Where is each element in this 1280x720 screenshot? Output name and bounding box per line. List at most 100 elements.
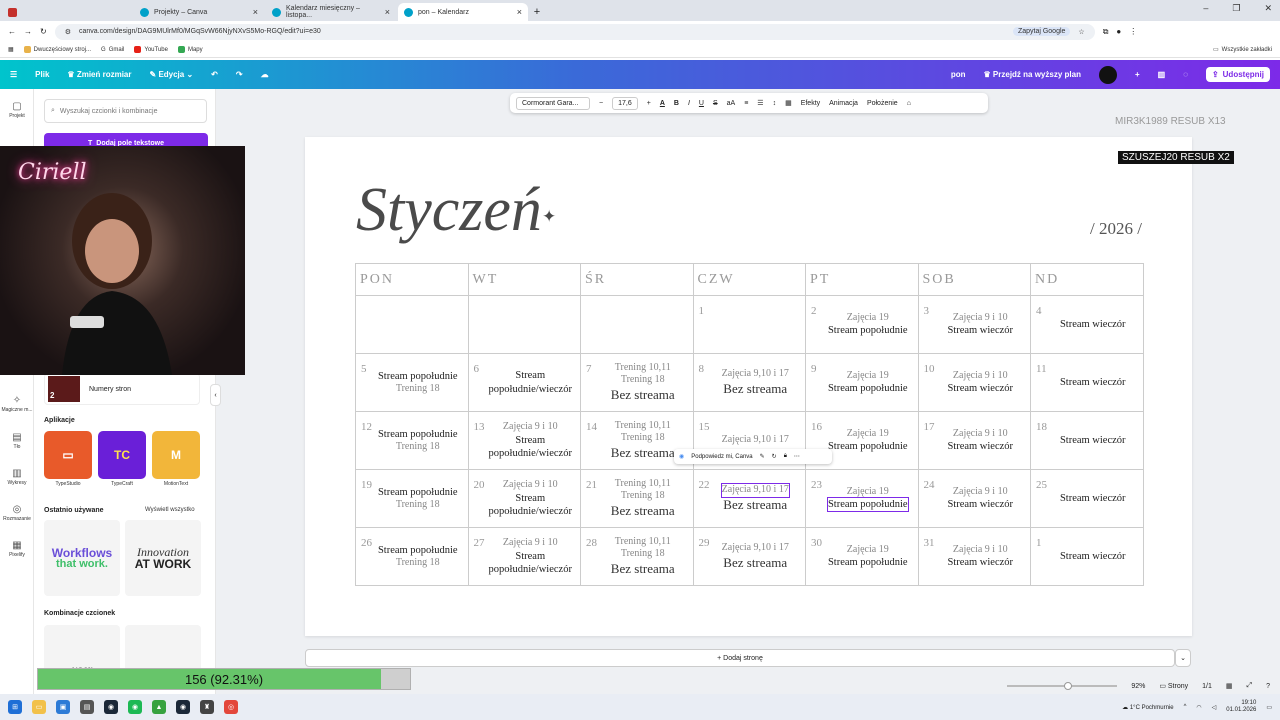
tray-chevron-icon[interactable]: ^ bbox=[1184, 704, 1187, 710]
font-size-input[interactable]: 17,6 bbox=[612, 96, 638, 110]
spotify-icon[interactable]: ◉ bbox=[128, 700, 142, 714]
cloud-saved-icon[interactable]: ☁ bbox=[261, 70, 269, 79]
no-stream-label[interactable]: Bez streama bbox=[723, 555, 787, 571]
add-collaborator-icon[interactable]: + bbox=[1135, 70, 1140, 79]
schedule-note[interactable]: Zajęcia 19 bbox=[847, 544, 889, 557]
grid-view-icon[interactable]: ▦ bbox=[1226, 682, 1233, 690]
schedule-note[interactable]: Trening 18 bbox=[621, 374, 665, 387]
redo-icon[interactable]: ↷ bbox=[236, 70, 243, 79]
schedule-note[interactable]: Trening 10,11 bbox=[615, 420, 671, 433]
collapse-panel-button[interactable]: ‹ bbox=[210, 384, 221, 406]
underline-icon[interactable]: U bbox=[699, 100, 704, 107]
schedule-note[interactable]: Trening 10,11 bbox=[615, 536, 671, 549]
calendar-day-cell[interactable]: 6 Stream popołudnie/wieczór bbox=[467, 353, 581, 412]
list-icon[interactable]: ☰ bbox=[757, 99, 763, 107]
hamburger-icon[interactable]: ☰ bbox=[10, 70, 17, 79]
text-color-icon[interactable]: A bbox=[660, 100, 665, 107]
schedule-note[interactable]: Zajęcia 9 i 10 bbox=[953, 428, 1008, 441]
calendar-day-cell[interactable]: 26 Stream popołudnie Trening 18 bbox=[355, 527, 469, 586]
clock[interactable]: 19:10 01.01.2026 bbox=[1226, 700, 1256, 714]
schedule-note[interactable]: Trening 18 bbox=[621, 548, 665, 561]
resize-button[interactable]: ♛ Zmień rozmiar bbox=[67, 70, 131, 79]
volume-icon[interactable]: ◁ bbox=[1212, 704, 1217, 711]
schedule-note[interactable]: Zajęcia 19 bbox=[847, 428, 889, 441]
calendar-day-cell[interactable]: 3 Zajęcia 9 i 10 Stream wieczór bbox=[917, 295, 1031, 354]
calendar-day-cell[interactable]: 21 Trening 10,11 Trening 18 Bez streama bbox=[580, 469, 694, 528]
year-label[interactable]: / 2026 / bbox=[1090, 219, 1142, 239]
calendar-day-cell[interactable]: 7 Trening 10,11 Trening 18 Bez streama bbox=[580, 353, 694, 412]
recent-innovation[interactable]: Innovation AT WORK bbox=[125, 520, 201, 596]
transparency-icon[interactable]: ▦ bbox=[785, 99, 792, 107]
stream-label[interactable]: Stream popołudnie bbox=[828, 556, 908, 569]
schedule-note[interactable]: Zajęcia 19 bbox=[847, 486, 889, 499]
schedule-note[interactable]: Trening 18 bbox=[621, 432, 665, 445]
stream-label[interactable]: Stream popołudnie bbox=[828, 324, 908, 337]
calendar-day-cell[interactable]: 25 Stream wieczór bbox=[1030, 469, 1144, 528]
bookmark-item[interactable]: Dwuczęściowy stroj... bbox=[23, 46, 91, 53]
weather-widget[interactable]: ☁ 1°C Pochmurnie bbox=[1122, 704, 1173, 711]
calendar-day-cell[interactable]: 2 Zajęcia 19 Stream popołudnie bbox=[805, 295, 919, 354]
rail-magic[interactable]: ✧ Magiczne m... bbox=[0, 395, 34, 413]
schedule-note[interactable]: Zajęcia 9 i 10 bbox=[953, 544, 1008, 557]
rail-blur[interactable]: ◎ Rozmazanie bbox=[0, 504, 34, 522]
more-icon[interactable]: ⋯ bbox=[794, 453, 800, 460]
calendar-day-cell[interactable] bbox=[355, 295, 469, 354]
calendar-day-cell[interactable]: 1 bbox=[692, 295, 806, 354]
stream-label[interactable]: Stream wieczór bbox=[947, 440, 1013, 453]
schedule-note[interactable]: Zajęcia 9 i 10 bbox=[503, 537, 558, 550]
schedule-note[interactable]: Trening 18 bbox=[396, 499, 440, 512]
strikethrough-icon[interactable]: S bbox=[713, 100, 718, 107]
taskbar-app-icon[interactable]: ▲ bbox=[152, 700, 166, 714]
rail-background[interactable]: ▤ Tło bbox=[0, 432, 34, 450]
stream-label[interactable]: Stream popołudnie bbox=[378, 428, 458, 441]
close-icon[interactable]: × bbox=[385, 7, 390, 17]
stream-label[interactable]: Stream wieczór bbox=[947, 556, 1013, 569]
bookmark-maps[interactable]: Mapy bbox=[177, 46, 203, 53]
user-avatar[interactable] bbox=[1098, 65, 1117, 84]
calendar-day-cell[interactable]: 13 Zajęcia 9 i 10 Stream popołudnie/wieczó… bbox=[467, 411, 581, 470]
back-icon[interactable]: ← bbox=[8, 27, 16, 36]
schedule-note[interactable]: Trening 18 bbox=[621, 490, 665, 503]
taskbar-app-icon[interactable]: ♜ bbox=[200, 700, 214, 714]
edit-menu[interactable]: ✎ Edycja ⌄ bbox=[150, 70, 194, 79]
bookmark-star-icon[interactable]: ☆ bbox=[1078, 28, 1084, 36]
design-name[interactable]: pon bbox=[951, 70, 966, 79]
schedule-note[interactable]: Trening 18 bbox=[396, 383, 440, 396]
zoom-level[interactable]: 92% bbox=[1131, 683, 1145, 690]
taskbar-app-icon[interactable]: ▣ bbox=[56, 700, 70, 714]
stream-label[interactable]: Stream popołudnie/wieczór bbox=[483, 550, 579, 576]
calendar-day-cell[interactable]: 20 Zajęcia 9 i 10 Stream popołudnie/wieczó… bbox=[467, 469, 581, 528]
no-stream-label[interactable]: Bez streama bbox=[723, 497, 787, 513]
schedule-note[interactable]: Trening 10,11 bbox=[615, 362, 671, 375]
decrease-size-button[interactable]: − bbox=[599, 100, 603, 107]
calendar-day-cell[interactable]: 23 Zajęcia 19 Stream popołudnie bbox=[805, 469, 919, 528]
undo-icon[interactable]: ↶ bbox=[211, 70, 218, 79]
calendar-day-cell[interactable]: 22 Zajęcia 9,10 i 17 Bez streama bbox=[692, 469, 806, 528]
close-icon[interactable]: × bbox=[517, 7, 522, 17]
schedule-note[interactable]: Zajęcia 19 bbox=[847, 312, 889, 325]
close-window-icon[interactable]: ✕ bbox=[1264, 3, 1272, 14]
calendar-day-cell[interactable]: 30 Zajęcia 19 Stream popołudnie bbox=[805, 527, 919, 586]
ask-google-button[interactable]: Zapytaj Google bbox=[1012, 27, 1071, 36]
add-page-menu-button[interactable]: ⌄ bbox=[1175, 649, 1191, 667]
schedule-note[interactable]: Trening 18 bbox=[396, 557, 440, 570]
profile-avatar[interactable]: ● bbox=[1116, 27, 1121, 36]
spacing-icon[interactable]: ↕ bbox=[773, 100, 777, 107]
comment-icon[interactable]: ◌ bbox=[1183, 70, 1188, 79]
calendar-day-cell[interactable]: 5 Stream popołudnie Trening 18 bbox=[355, 353, 469, 412]
calendar-day-cell[interactable]: 29 Zajęcia 9,10 i 17 Bez streama bbox=[692, 527, 806, 586]
steam-icon[interactable]: ◉ bbox=[176, 700, 190, 714]
align-icon[interactable]: ≡ bbox=[744, 100, 748, 107]
calendar-day-cell[interactable]: 8 Zajęcia 9,10 i 17 Bez streama bbox=[692, 353, 806, 412]
no-stream-label[interactable]: Bez streama bbox=[611, 445, 675, 461]
calendar-day-cell[interactable]: 28 Trening 10,11 Trening 18 Bez streama bbox=[580, 527, 694, 586]
stream-label[interactable]: Stream wieczór bbox=[1060, 492, 1126, 505]
animation-button[interactable]: Animacja bbox=[829, 100, 858, 107]
recent-workflows[interactable]: Workflows that work. bbox=[44, 520, 120, 596]
schedule-note[interactable]: Zajęcia 9 i 10 bbox=[953, 312, 1008, 325]
chrome-icon[interactable]: ◎ bbox=[224, 700, 238, 714]
font-family-select[interactable]: Cormorant Gara... bbox=[516, 96, 590, 110]
new-tab-button[interactable]: + bbox=[528, 3, 546, 21]
lock-icon[interactable]: 🔒︎ bbox=[784, 453, 787, 460]
page-numbers-card[interactable]: 2 Numery stron bbox=[44, 373, 200, 405]
